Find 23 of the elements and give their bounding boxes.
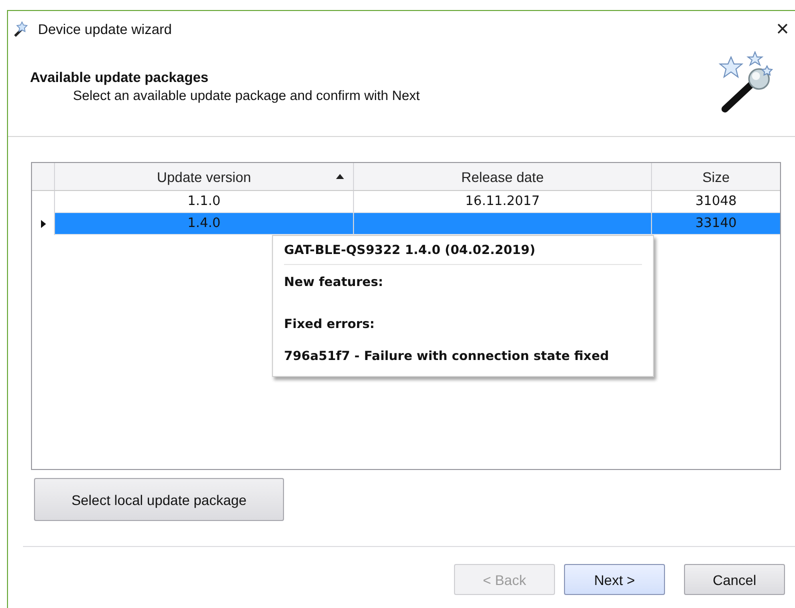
tooltip-text: 796a51f7 - Failure with connection state fixed <box>284 348 609 363</box>
table-cell: 1.4.0 <box>187 216 221 231</box>
page-title: Available update packages <box>30 69 210 85</box>
table-cell: 1.1.0 <box>187 194 221 209</box>
window-title: Device update wizard <box>38 20 172 36</box>
column-header[interactable]: Update version <box>55 163 354 190</box>
table-cell: 16.11.2017 <box>465 194 540 209</box>
wizard-button[interactable]: Cancel <box>684 564 785 595</box>
table-cell: 31048 <box>695 194 737 209</box>
table-row[interactable]: 1.4.0 33140 <box>32 213 780 235</box>
tooltip-heading: New features: <box>284 274 384 289</box>
magic-wand-icon <box>13 20 29 36</box>
magic-wand-drawing <box>717 51 775 113</box>
close-button[interactable]: × <box>770 18 795 40</box>
column-header[interactable]: Size <box>652 163 780 190</box>
page-subtitle: Select an available update package and confirm with Next <box>72 88 421 103</box>
tooltip-title: GAT-BLE-QS9322 1.4.0 (04.02.2019) <box>284 242 642 265</box>
wizard-button[interactable]: Next > <box>564 564 665 595</box>
table-cell: 33140 <box>695 216 737 231</box>
select-local-package-button[interactable]: Select local update package <box>34 478 284 521</box>
row-pointer-icon <box>40 220 46 228</box>
tooltip-heading: Fixed errors: <box>284 316 375 331</box>
column-header[interactable]: Release date <box>354 163 652 190</box>
